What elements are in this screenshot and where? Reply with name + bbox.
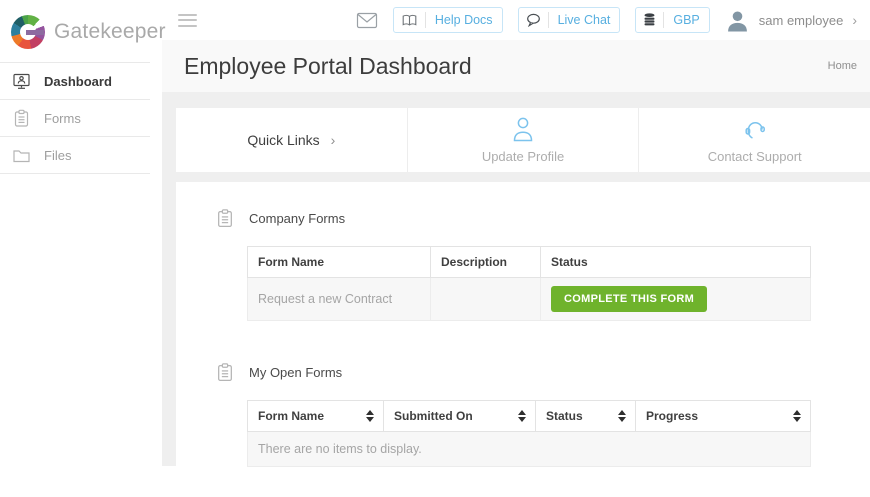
section-title: Company Forms — [249, 211, 346, 226]
sidebar: Gatekeeper Dashboard Forms Files — [0, 0, 166, 466]
column-label: Progress — [646, 409, 699, 423]
dashboard-card: Company Forms Form Name Description Stat… — [176, 182, 870, 497]
top-bar-actions: Help Docs Live Chat GBP sam employee › — [356, 7, 857, 33]
column-label: Form Name — [258, 409, 325, 423]
quick-links-label: Quick Links — [247, 132, 320, 148]
table-row: Request a new Contract COMPLETE THIS FOR… — [247, 277, 811, 321]
empty-row: There are no items to display. — [247, 431, 811, 467]
envelope-icon — [356, 12, 377, 28]
sortable-column-progress[interactable]: Progress — [635, 400, 811, 432]
book-icon — [402, 14, 417, 26]
sortable-column-submitted-on[interactable]: Submitted On — [383, 400, 536, 432]
live-chat-button[interactable]: Live Chat — [517, 7, 621, 33]
sort-icon — [793, 410, 801, 422]
brand-name: Gatekeeper — [54, 20, 166, 43]
coins-icon — [644, 13, 655, 26]
sort-icon — [518, 410, 526, 422]
page-title: Employee Portal Dashboard — [184, 52, 472, 79]
user-menu[interactable]: sam employee › — [725, 8, 857, 33]
main-area: Help Docs Live Chat GBP sam employee › E… — [162, 0, 870, 497]
status-cell: COMPLETE THIS FORM — [540, 277, 811, 321]
quick-links-toggle[interactable]: Quick Links › — [176, 108, 407, 172]
avatar-icon — [727, 10, 747, 32]
sidebar-item-dashboard[interactable]: Dashboard — [0, 63, 150, 100]
complete-form-button[interactable]: COMPLETE THIS FORM — [551, 286, 708, 312]
title-bar: Employee Portal Dashboard Home — [162, 40, 870, 92]
column-header-status: Status — [540, 246, 811, 278]
menu-toggle-icon[interactable] — [178, 13, 197, 27]
gatekeeper-logo-icon — [11, 15, 45, 49]
form-name-cell: Request a new Contract — [247, 277, 431, 321]
company-forms-header: Company Forms — [215, 208, 870, 229]
top-bar: Help Docs Live Chat GBP sam employee › — [162, 0, 870, 40]
column-header-description: Description — [430, 246, 541, 278]
sidebar-item-label: Dashboard — [44, 73, 112, 89]
my-open-forms-header: My Open Forms — [215, 362, 870, 383]
sidebar-nav: Dashboard Forms Files — [0, 62, 150, 174]
quick-link-label: Contact Support — [707, 149, 802, 164]
description-cell — [430, 277, 541, 321]
help-docs-label: Help Docs — [434, 13, 493, 27]
currency-button[interactable]: GBP — [635, 7, 710, 33]
sidebar-item-label: Forms — [44, 110, 81, 126]
quick-link-contact-support[interactable]: Contact Support — [638, 108, 870, 172]
currency-label: GBP — [673, 13, 700, 27]
brand-logo[interactable]: Gatekeeper — [0, 0, 166, 52]
section-title: My Open Forms — [249, 365, 343, 380]
company-forms-table: Form Name Description Status Request a n… — [247, 246, 811, 321]
person-icon — [513, 117, 533, 142]
files-icon — [13, 149, 30, 162]
sort-icon — [366, 410, 374, 422]
clipboard-icon — [218, 363, 232, 382]
my-open-forms-table: Form Name Submitted On Status Progress T… — [247, 400, 811, 467]
sortable-column-status[interactable]: Status — [535, 400, 636, 432]
speech-bubble-icon — [526, 13, 540, 27]
live-chat-label: Live Chat — [557, 13, 611, 27]
column-label: Status — [546, 409, 583, 423]
quick-link-update-profile[interactable]: Update Profile — [406, 108, 639, 172]
page-content: Quick Links › Update Profile Contact Sup… — [162, 92, 870, 497]
messages-button[interactable] — [356, 12, 378, 29]
quick-link-label: Update Profile — [481, 149, 565, 164]
breadcrumb-home[interactable]: Home — [828, 60, 857, 72]
dashboard-icon — [13, 73, 30, 89]
column-header-form-name: Form Name — [247, 246, 431, 278]
empty-message: There are no items to display. — [247, 431, 811, 467]
sidebar-item-forms[interactable]: Forms — [0, 100, 150, 137]
headset-icon — [745, 121, 765, 139]
chevron-right-icon: › — [852, 12, 857, 28]
column-label: Submitted On — [394, 409, 473, 423]
sortable-column-form-name[interactable]: Form Name — [247, 400, 384, 432]
clipboard-icon — [218, 209, 232, 228]
chevron-right-icon: › — [330, 132, 336, 148]
sidebar-item-label: Files — [44, 147, 72, 163]
user-name: sam employee — [758, 12, 844, 28]
sidebar-item-files[interactable]: Files — [0, 137, 150, 174]
quick-links-bar: Quick Links › Update Profile Contact Sup… — [176, 108, 870, 172]
forms-icon — [14, 109, 29, 127]
sort-icon — [618, 410, 626, 422]
help-docs-button[interactable]: Help Docs — [392, 7, 503, 33]
